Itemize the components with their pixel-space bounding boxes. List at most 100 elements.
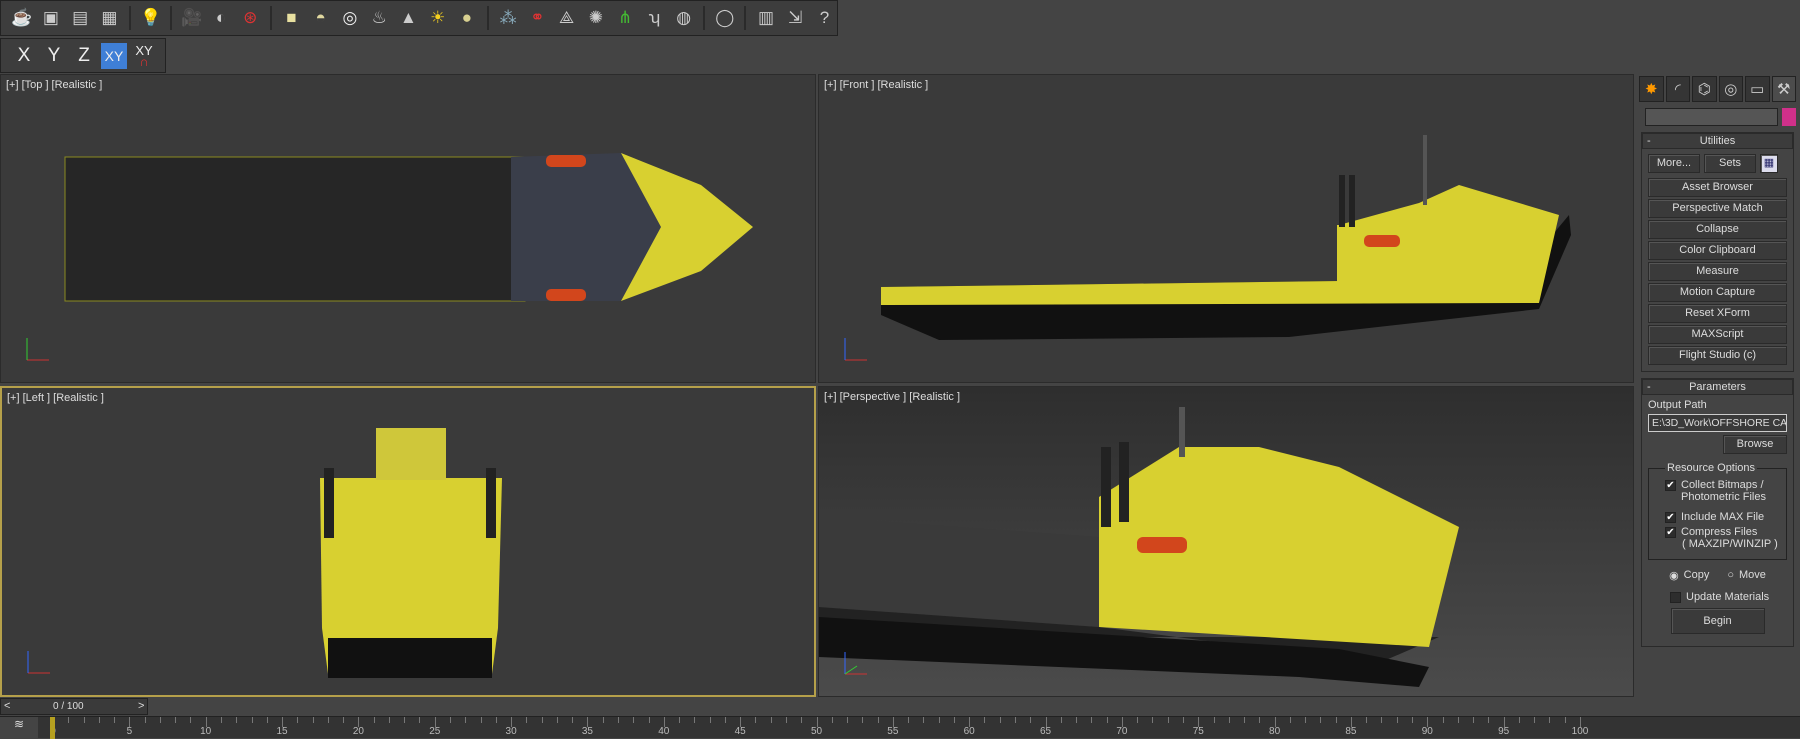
ring-icon[interactable]: ◎ xyxy=(337,5,362,31)
camera-icon[interactable]: 🎥 xyxy=(179,5,204,31)
gear-flower-icon[interactable]: ✺ xyxy=(583,5,608,31)
include-max-label: Include MAX File xyxy=(1681,511,1765,523)
track-tick xyxy=(1091,717,1093,723)
export-icon[interactable]: ⇲ xyxy=(783,5,808,31)
ship-top-view xyxy=(64,153,753,302)
object-color-swatch[interactable] xyxy=(1782,108,1796,126)
camera-film-icon[interactable]: ⊛ xyxy=(238,5,263,31)
axis-x-button[interactable]: X xyxy=(11,43,37,69)
help-icon[interactable]: ? xyxy=(812,5,837,31)
next-frame-button[interactable]: > xyxy=(138,700,144,712)
utilities-tab[interactable]: ⚒ xyxy=(1771,76,1796,102)
sets-button[interactable]: Sets xyxy=(1704,154,1756,173)
track-tick xyxy=(724,717,726,723)
move-radio[interactable]: ○ Move xyxy=(1727,569,1766,582)
tripod-icon[interactable]: ⟁ xyxy=(554,5,579,31)
track-bar[interactable]: ≋ 05101520253035404550556065707580859095… xyxy=(0,716,1800,739)
output-path-field[interactable]: E:\3D_Work\OFFSHORE CARI xyxy=(1648,414,1787,432)
axis-xy-snap-button[interactable]: XY ∩ xyxy=(131,43,157,69)
toolbar-separator xyxy=(269,6,272,30)
utility-button-flight-studio-c[interactable]: Flight Studio (c) xyxy=(1648,346,1787,365)
box-icon[interactable]: ■ xyxy=(279,5,304,31)
axis-z-button[interactable]: Z xyxy=(71,43,97,69)
utility-button-asset-browser[interactable]: Asset Browser xyxy=(1648,178,1787,197)
object-name-field[interactable] xyxy=(1645,108,1779,126)
utility-button-reset-xform[interactable]: Reset XForm xyxy=(1648,304,1787,323)
motion-tab[interactable]: ◎ xyxy=(1718,76,1743,102)
teapot-primitive-icon[interactable]: ♨ xyxy=(367,5,392,31)
viewport-left[interactable]: [+] [Left ] [Realistic ] xyxy=(0,386,816,697)
utilities-rollout-header[interactable]: - Utilities xyxy=(1642,133,1793,149)
track-tick xyxy=(1564,717,1566,723)
viewport-top[interactable]: [+] [Top ] [Realistic ] xyxy=(0,74,816,383)
prev-frame-button[interactable]: < xyxy=(4,700,10,712)
track-tick xyxy=(617,717,619,723)
compress-files-checkbox[interactable]: ✔ xyxy=(1665,527,1676,538)
collect-bitmaps-checkbox[interactable]: ✔ xyxy=(1665,480,1676,491)
current-frame-marker[interactable] xyxy=(50,717,55,739)
material-grid-icon[interactable]: ▥ xyxy=(753,5,778,31)
camera-target-icon[interactable]: ◐ xyxy=(208,5,233,31)
track-tick xyxy=(404,717,406,723)
utility-button-maxscript[interactable]: MAXScript xyxy=(1648,325,1787,344)
zbrush-icon[interactable]: ◍ xyxy=(671,5,696,31)
sphere-icon[interactable]: ● xyxy=(454,5,479,31)
configure-sets-icon[interactable]: ▦ xyxy=(1760,154,1778,173)
viewport-label[interactable]: [+] [Left ] [Realistic ] xyxy=(7,392,104,404)
time-slider-thumb[interactable]: < 0 / 100 > xyxy=(0,698,148,715)
particle-icon[interactable]: ⁂ xyxy=(496,5,521,31)
hierarchy-tab[interactable]: ⌬ xyxy=(1692,76,1717,102)
track-frame-label: 85 xyxy=(1345,726,1357,737)
viewport-perspective[interactable]: [+] [Perspective ] [Realistic ] xyxy=(818,386,1634,697)
track-tick xyxy=(1152,717,1154,723)
cone-icon[interactable]: ▲ xyxy=(396,5,421,31)
create-tab[interactable]: ✸ xyxy=(1639,76,1664,102)
more-button[interactable]: More... xyxy=(1648,154,1700,173)
viewport-label[interactable]: [+] [Front ] [Realistic ] xyxy=(824,79,928,91)
track-tick xyxy=(999,717,1001,723)
track-tick xyxy=(1549,717,1551,723)
axis-xy-button[interactable]: XY xyxy=(101,42,127,69)
viewport-label[interactable]: [+] [Perspective ] [Realistic ] xyxy=(824,391,960,403)
copy-radio[interactable]: ◉ Copy xyxy=(1669,569,1709,582)
track-frame-label: 30 xyxy=(505,726,517,737)
link-icon[interactable]: ⚭ xyxy=(525,5,550,31)
grass-icon[interactable]: ⋔ xyxy=(613,5,638,31)
hair-fur-icon[interactable]: ʮ xyxy=(642,5,667,31)
material-sphere-icon[interactable]: ◯ xyxy=(712,5,737,31)
viewport-label[interactable]: [+] [Top ] [Realistic ] xyxy=(6,79,102,91)
track-tick xyxy=(908,717,910,723)
modify-tab[interactable]: ◜ xyxy=(1665,76,1690,102)
browse-button[interactable]: Browse xyxy=(1723,435,1787,454)
begin-button[interactable]: Begin xyxy=(1670,608,1765,634)
light-lister-icon[interactable]: 💡 xyxy=(138,5,163,31)
include-max-checkbox[interactable]: ✔ xyxy=(1665,512,1676,523)
track-tick xyxy=(1320,717,1322,723)
utility-button-collapse[interactable]: Collapse xyxy=(1648,220,1787,239)
axis-y-button[interactable]: Y xyxy=(41,43,67,69)
render-setup-icon[interactable]: ▤ xyxy=(68,5,93,31)
viewport-front[interactable]: [+] [Front ] [Realistic ] xyxy=(818,74,1634,383)
time-slider[interactable]: < 0 / 100 > xyxy=(0,697,1635,716)
display-tab[interactable]: ▭ xyxy=(1745,76,1770,102)
track-tick xyxy=(251,717,253,723)
axis-gizmo-icon xyxy=(844,652,867,675)
dome-icon[interactable]: ◓ xyxy=(308,5,333,31)
update-materials-checkbox[interactable] xyxy=(1670,592,1681,603)
copy-label: Copy xyxy=(1683,569,1710,581)
render-settings-icon[interactable]: ▦ xyxy=(97,5,122,31)
render-frame-icon[interactable]: ▣ xyxy=(38,5,63,31)
track-tick xyxy=(1106,717,1108,723)
utility-button-measure[interactable]: Measure xyxy=(1648,262,1787,281)
teapot-icon[interactable]: ☕ xyxy=(9,5,34,31)
utility-button-perspective-match[interactable]: Perspective Match xyxy=(1648,199,1787,218)
utility-button-motion-capture[interactable]: Motion Capture xyxy=(1648,283,1787,302)
track-tick xyxy=(312,717,314,723)
sun-icon[interactable]: ☀ xyxy=(425,5,450,31)
main-toolbar: ☕ ▣ ▤ ▦ 💡 🎥 ◐ ⊛ ■ ◓ ◎ ♨ ▲ ☀ ● ⁂ ⚭ ⟁ ✺ ⋔ ʮ ◍ ◯ ▥ ⇲? xyxy=(0,0,838,36)
magnet-icon: ∩ xyxy=(139,53,149,69)
parameters-rollout-header[interactable]: - Parameters xyxy=(1642,379,1793,395)
track-tick xyxy=(648,717,650,723)
collect-bitmaps-label: Collect Bitmaps / xyxy=(1681,479,1764,491)
utility-button-color-clipboard[interactable]: Color Clipboard xyxy=(1648,241,1787,260)
